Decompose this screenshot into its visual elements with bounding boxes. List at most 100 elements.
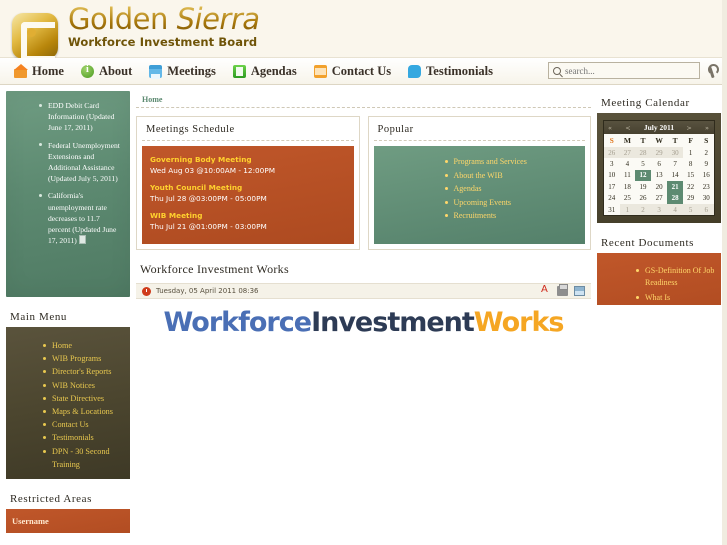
calendar-day[interactable]: 26 bbox=[635, 193, 651, 204]
calendar-week-row: 26 27 28 29 30 1 2 bbox=[604, 147, 714, 159]
calendar-day-highlighted[interactable]: 21 bbox=[667, 181, 683, 193]
right-sidebar: Meeting Calendar « < July 2011 > » S M T… bbox=[597, 91, 721, 533]
calendar-day[interactable]: 1 bbox=[683, 147, 699, 158]
list-item[interactable]: Programs and Services bbox=[444, 155, 578, 169]
calendar-day-highlighted[interactable]: 28 bbox=[667, 192, 683, 204]
calendar-day[interactable]: 11 bbox=[620, 170, 636, 181]
list-item[interactable]: EDD Debit Card Information (Updated June… bbox=[39, 100, 124, 134]
wrench-icon[interactable] bbox=[705, 63, 719, 78]
body-area: EDD Debit Card Information (Updated June… bbox=[0, 85, 727, 533]
nav-label-agendas: Agendas bbox=[250, 63, 297, 78]
calendar-day[interactable]: 6 bbox=[651, 158, 668, 169]
calendar-day[interactable]: 22 bbox=[683, 181, 699, 192]
list-item[interactable]: California's unemployment rate decreases… bbox=[39, 190, 124, 246]
calendar-day[interactable]: 5 bbox=[682, 203, 699, 216]
calendar-day[interactable]: 16 bbox=[698, 170, 714, 181]
sidebar-item-wib-notices[interactable]: WIB Notices bbox=[43, 379, 124, 392]
sidebar-item-home[interactable]: Home bbox=[43, 339, 124, 352]
calendar-day[interactable]: 15 bbox=[683, 170, 699, 181]
sidebar-item-directors-reports[interactable]: Director's Reports bbox=[43, 365, 124, 378]
calendar-day[interactable]: 2 bbox=[698, 147, 714, 158]
popular-title: Popular bbox=[373, 122, 585, 141]
list-item[interactable]: GS-Definition Of Job Readiness bbox=[636, 265, 715, 289]
calendar-day[interactable]: 17 bbox=[604, 181, 620, 192]
search-input[interactable] bbox=[565, 65, 690, 76]
main-menu-body: Home WIB Programs Director's Reports WIB… bbox=[6, 327, 130, 479]
nav-item-testimonials[interactable]: Testimonials bbox=[408, 64, 493, 79]
print-icon[interactable] bbox=[557, 284, 568, 296]
calendar-day[interactable]: 2 bbox=[635, 203, 651, 216]
sidebar-item-wib-programs[interactable]: WIB Programs bbox=[43, 352, 124, 365]
calendar-day[interactable]: 24 bbox=[604, 193, 620, 204]
recent-documents-list: GS-Definition Of Job Readiness What Is bbox=[636, 265, 715, 304]
calendar-day[interactable]: 7 bbox=[667, 158, 683, 169]
calendar-day[interactable]: 14 bbox=[667, 170, 683, 181]
calendar-day[interactable]: 3 bbox=[604, 158, 620, 169]
recent-documents-title: Recent Documents bbox=[601, 237, 694, 250]
calendar-day[interactable]: 10 bbox=[604, 170, 620, 181]
sidebar-item-contact-us[interactable]: Contact Us bbox=[43, 418, 124, 431]
calendar-day[interactable]: 6 bbox=[698, 203, 714, 216]
pdf-icon[interactable] bbox=[540, 284, 551, 296]
list-item[interactable]: Upcoming Events bbox=[444, 196, 578, 210]
calendar-next-year-button[interactable]: » bbox=[705, 124, 710, 132]
search-icon bbox=[553, 66, 561, 75]
nav-item-agendas[interactable]: Agendas bbox=[232, 63, 297, 79]
calendar-prev-month-button[interactable]: < bbox=[625, 124, 631, 132]
calendar-day[interactable]: 30 bbox=[698, 193, 714, 204]
calendar-day[interactable]: 26 bbox=[604, 147, 620, 159]
calendar-day[interactable]: 28 bbox=[635, 147, 651, 159]
nav-item-meetings[interactable]: Meetings bbox=[149, 64, 216, 79]
sidebar-item-state-directives[interactable]: State Directives bbox=[43, 392, 124, 405]
list-item[interactable]: WIB Meeting Thu Jul 21 @01:00PM - 03:00P… bbox=[150, 211, 346, 232]
list-item[interactable]: Youth Council Meeting Thu Jul 28 @03:00P… bbox=[150, 183, 346, 204]
calendar-prev-year-button[interactable]: « bbox=[608, 124, 613, 132]
calendar-day[interactable]: 19 bbox=[635, 181, 651, 192]
calendar-widget: « < July 2011 > » S M T W T F S 26 27 28… bbox=[603, 120, 715, 217]
list-item[interactable]: About the WIB bbox=[444, 169, 578, 183]
calendar-day[interactable]: 4 bbox=[620, 158, 636, 169]
list-item[interactable]: Federal Unemployment Extensions and Addi… bbox=[39, 140, 124, 185]
calendar-day[interactable]: 3 bbox=[650, 203, 668, 216]
weekday-label: S bbox=[704, 136, 709, 145]
popular-box: Popular Programs and Services About the … bbox=[367, 116, 591, 250]
email-icon[interactable] bbox=[574, 286, 585, 296]
calendar-day[interactable]: 9 bbox=[698, 158, 714, 169]
calendar-day[interactable]: 1 bbox=[619, 203, 636, 216]
nav-item-contact[interactable]: Contact Us bbox=[313, 64, 391, 79]
sidebar-item-maps-locations[interactable]: Maps & Locations bbox=[43, 405, 124, 418]
calendar-day[interactable]: 4 bbox=[667, 203, 683, 216]
calendar-day[interactable]: 13 bbox=[651, 170, 668, 181]
calendar-day[interactable]: 29 bbox=[683, 193, 699, 204]
list-item[interactable]: Agendas bbox=[444, 182, 578, 196]
calendar-day[interactable]: 27 bbox=[651, 193, 668, 204]
sidebar-item-testimonials[interactable]: Testimonials bbox=[43, 431, 124, 444]
search-area bbox=[548, 62, 719, 79]
calendar-day[interactable]: 27 bbox=[619, 147, 636, 159]
nav-item-home[interactable]: Home bbox=[14, 63, 64, 79]
calendar-day[interactable]: 29 bbox=[650, 147, 668, 159]
calendar-day[interactable]: 31 bbox=[604, 204, 620, 215]
search-box[interactable] bbox=[548, 62, 700, 79]
list-item[interactable]: Governing Body Meeting Wed Aug 03 @10:00… bbox=[150, 155, 346, 176]
nav-item-about[interactable]: About bbox=[80, 64, 132, 79]
left-sidebar: EDD Debit Card Information (Updated June… bbox=[6, 91, 130, 533]
calendar-day-highlighted[interactable]: 12 bbox=[635, 169, 651, 182]
page-scrollbar[interactable] bbox=[722, 0, 727, 545]
document-icon bbox=[78, 235, 86, 245]
calendar-day[interactable]: 5 bbox=[635, 158, 651, 169]
sidebar-item-dpn-training[interactable]: DPN - 30 Second Training bbox=[43, 445, 124, 471]
list-item[interactable]: What Is bbox=[636, 292, 715, 304]
layout-row: EDD Debit Card Information (Updated June… bbox=[6, 91, 721, 533]
calendar-day[interactable]: 8 bbox=[683, 158, 699, 169]
calendar-day[interactable]: 25 bbox=[620, 193, 636, 204]
calendar-day[interactable]: 30 bbox=[667, 147, 683, 159]
calendar-day[interactable]: 20 bbox=[651, 181, 668, 192]
breadcrumb[interactable]: Home bbox=[136, 91, 591, 108]
calendar-next-month-button[interactable]: > bbox=[686, 124, 692, 132]
list-item[interactable]: Recruitments bbox=[444, 209, 578, 223]
calendar-day[interactable]: 18 bbox=[620, 181, 636, 192]
weekday-label: S bbox=[609, 136, 614, 145]
calendar-day[interactable]: 23 bbox=[698, 181, 714, 192]
meeting-time: Wed Aug 03 @10:00AM - 12:00PM bbox=[150, 166, 276, 175]
